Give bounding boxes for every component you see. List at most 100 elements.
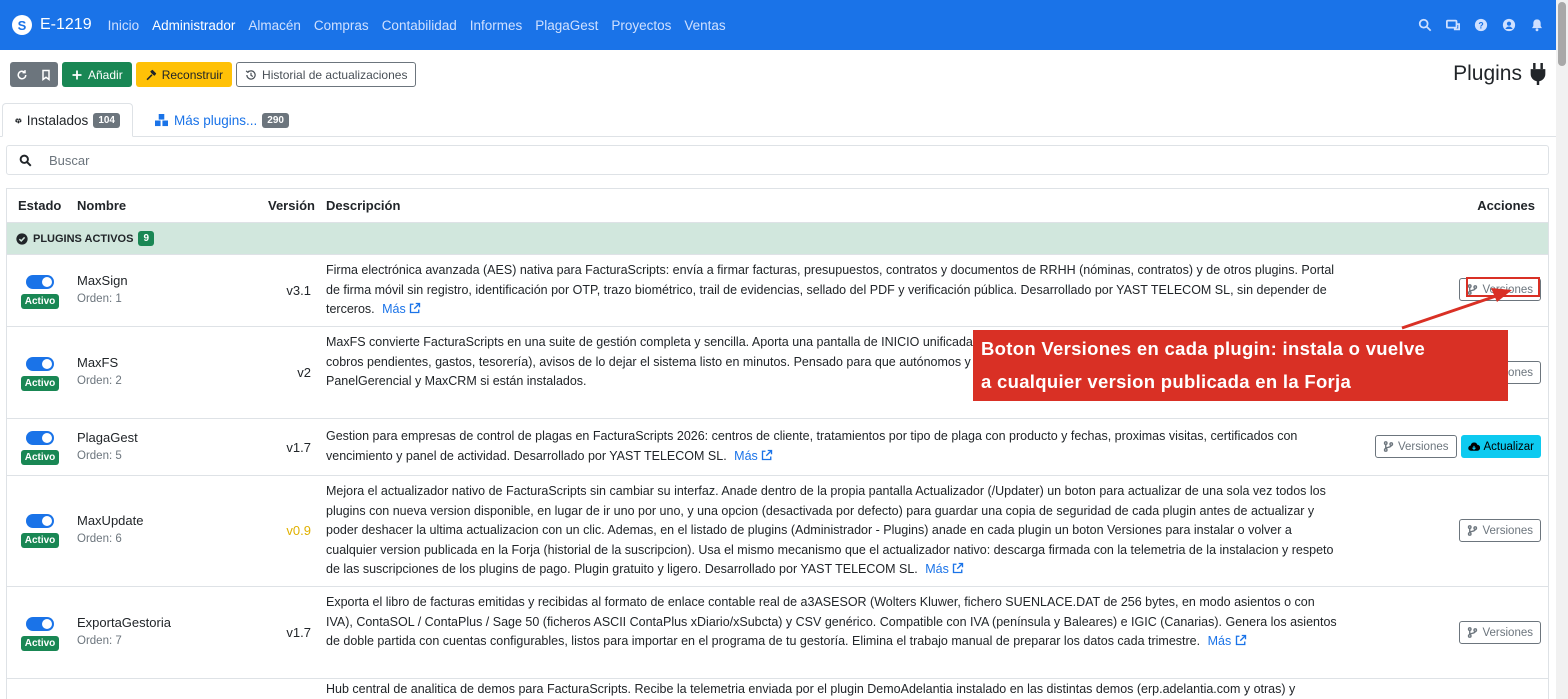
status-badge: Activo <box>20 533 60 548</box>
brand-logo[interactable]: S <box>12 15 32 35</box>
header-version[interactable]: Versión <box>268 198 315 213</box>
external-link-icon <box>762 449 773 460</box>
external-link-icon <box>410 302 421 314</box>
plugin-tabs: Instalados 104 Más plugins... 290 <box>0 103 1556 137</box>
header-status[interactable]: Estado <box>18 198 61 213</box>
active-count-badge: 9 <box>138 231 154 246</box>
plugin-description: Mejora el actualizador nativo de Factura… <box>326 484 1334 576</box>
versions-button[interactable]: Versiones <box>1374 435 1457 458</box>
scrollbar-thumb[interactable] <box>1558 2 1566 66</box>
cubes-icon <box>155 113 168 126</box>
header-actions: Acciones <box>1477 198 1535 213</box>
plugin-order: Orden: 1 <box>77 293 122 305</box>
plugin-enable-toggle[interactable] <box>26 617 54 631</box>
plugin-description: Hub central de analitica de demos para F… <box>326 682 1296 696</box>
annotation-highlight-box <box>1466 277 1540 297</box>
tab-more-plugins[interactable]: Más plugins... 290 <box>142 103 301 137</box>
plugin-enable-toggle[interactable] <box>26 431 54 445</box>
header-name[interactable]: Nombre <box>77 198 126 213</box>
git-branch-icon <box>1383 441 1394 452</box>
git-branch-icon <box>1468 525 1478 536</box>
plugin-name: MaxUpdate <box>77 513 144 528</box>
check-circle-icon <box>16 232 28 245</box>
page-title: Plugins <box>1453 62 1548 86</box>
plugin-order: Orden: 5 <box>77 450 122 462</box>
plugin-order: Orden: 2 <box>77 375 122 387</box>
more-link[interactable]: Más <box>1208 634 1247 648</box>
more-link[interactable]: Más <box>734 449 773 463</box>
table-row: Activo MaxSign Orden: 1 v3.1 Firma elect… <box>7 255 1548 327</box>
update-button[interactable]: Actualizar <box>1460 435 1541 458</box>
plugin-enable-toggle[interactable] <box>26 514 54 528</box>
git-branch-icon <box>1468 627 1478 638</box>
history-button[interactable]: Historial de actualizaciones <box>236 62 417 87</box>
nav-item-compras[interactable]: Compras <box>314 18 369 33</box>
status-badge: Activo <box>20 450 60 465</box>
status-badge: Activo <box>20 376 60 391</box>
top-navbar: S E-1219 Inicio Administrador Almacén Co… <box>0 0 1556 50</box>
more-link[interactable]: Más <box>382 302 421 316</box>
plugin-order: Orden: 7 <box>77 635 122 647</box>
rebuild-button[interactable]: Reconstruir <box>135 62 233 87</box>
plugin-version: v1.7 <box>286 440 311 455</box>
cloud-download-icon <box>1467 442 1480 451</box>
nav-item-plagagest[interactable]: PlagaGest <box>535 18 598 33</box>
boxes-icon <box>15 117 22 123</box>
versions-button[interactable]: Versiones <box>1459 621 1541 644</box>
plugin-version: v3.1 <box>286 283 311 298</box>
screen-chat-icon[interactable] <box>1446 18 1460 32</box>
search-icon <box>7 154 43 167</box>
header-description[interactable]: Descripción <box>326 198 400 213</box>
svg-text:?: ? <box>1478 21 1483 31</box>
plugin-description: Gestion para empresas de control de plag… <box>326 429 1298 463</box>
reload-button[interactable] <box>10 62 34 87</box>
plus-icon <box>72 70 82 79</box>
search-box <box>6 145 1549 175</box>
plugin-enable-toggle[interactable] <box>26 357 54 371</box>
plugin-description: Firma electrónica avanzada (AES) nativa … <box>326 263 1335 316</box>
status-badge: Activo <box>20 294 60 309</box>
plug-icon <box>1530 63 1546 85</box>
table-row: Activo MaxUpdate Orden: 6 v0.9 Mejora el… <box>7 476 1548 587</box>
bookmark-icon <box>42 69 50 81</box>
reload-icon <box>17 69 27 79</box>
installed-count-badge: 104 <box>93 112 120 128</box>
nav-item-proyectos[interactable]: Proyectos <box>611 18 671 33</box>
plugin-enable-toggle[interactable] <box>26 275 54 289</box>
table-header: Estado Nombre Versión Descripción Accion… <box>7 189 1548 223</box>
plugin-name: PlagaGest <box>77 430 138 445</box>
search-input[interactable] <box>49 152 1449 168</box>
table-row: Activo ExportaGestoria Orden: 7 v1.7 Exp… <box>7 587 1548 679</box>
annotation-callout: Boton Versiones en cada plugin: instala … <box>973 330 1508 401</box>
versions-button[interactable]: Versiones <box>1459 519 1541 542</box>
plugin-name: MaxSign <box>77 273 128 288</box>
bookmark-button[interactable] <box>34 62 58 87</box>
bell-icon[interactable] <box>1530 18 1544 32</box>
reload-bookmark-group <box>10 62 58 87</box>
nav-item-informes[interactable]: Informes <box>470 18 523 33</box>
history-icon <box>245 69 256 80</box>
more-plugins-count-badge: 290 <box>262 112 289 128</box>
help-icon[interactable]: ? <box>1474 18 1488 32</box>
plugin-order: Orden: 6 <box>77 533 122 545</box>
nav-item-ventas[interactable]: Ventas <box>684 18 725 33</box>
nav-item-almacen[interactable]: Almacén <box>248 18 301 33</box>
more-link[interactable]: Más <box>925 562 964 576</box>
nav-item-contabilidad[interactable]: Contabilidad <box>382 18 457 33</box>
plugin-version: v2 <box>297 365 311 380</box>
external-link-icon <box>953 562 964 574</box>
search-icon[interactable] <box>1418 18 1432 32</box>
hammer-icon <box>146 69 156 80</box>
tab-installed[interactable]: Instalados 104 <box>2 103 133 137</box>
user-icon[interactable] <box>1502 18 1516 32</box>
plugins-table: Estado Nombre Versión Descripción Accion… <box>6 188 1549 699</box>
brand-name[interactable]: E-1219 <box>40 16 92 34</box>
toolbar: Añadir Reconstruir Historial de actualiz… <box>10 62 417 87</box>
plugin-name: MaxFS <box>77 355 119 370</box>
group-active-plugins: PLUGINS ACTIVOS 9 <box>7 223 1548 255</box>
page-scrollbar[interactable] <box>1556 0 1568 699</box>
nav-item-administrador[interactable]: Administrador <box>152 18 235 33</box>
nav-item-inicio[interactable]: Inicio <box>108 18 140 33</box>
add-button[interactable]: Añadir <box>62 62 132 87</box>
plugin-description: Exporta el libro de facturas emitidas y … <box>326 595 1337 648</box>
